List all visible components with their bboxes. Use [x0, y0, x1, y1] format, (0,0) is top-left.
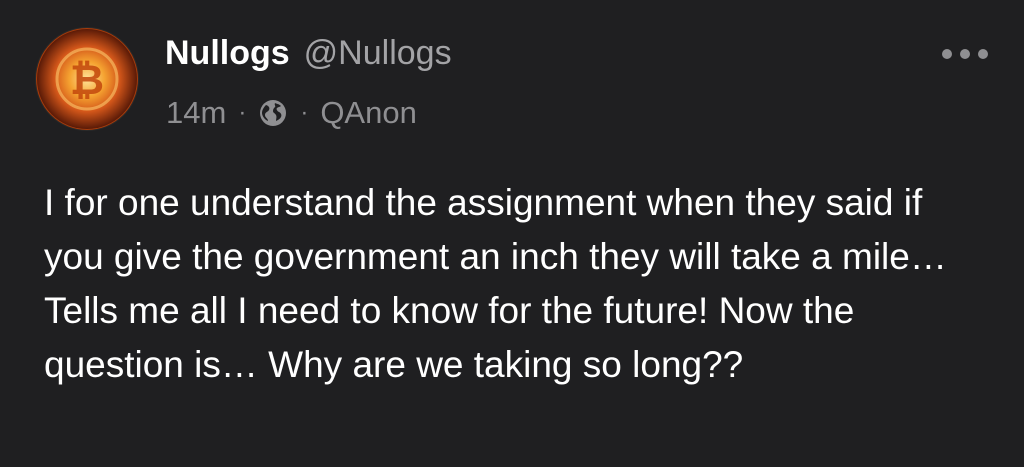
author-handle[interactable]: @Nullogs: [304, 34, 452, 73]
more-dot: [978, 49, 988, 59]
author-display-name[interactable]: Nullogs: [165, 34, 290, 73]
meta-separator: ·: [300, 99, 309, 126]
more-dot: [942, 49, 952, 59]
avatar[interactable]: ₿: [36, 28, 138, 130]
post-timestamp[interactable]: 14m: [166, 95, 226, 131]
bitcoin-sun-icon: ₿: [37, 29, 137, 129]
community-link[interactable]: QAnon: [320, 95, 417, 131]
meta-separator: ·: [238, 99, 247, 126]
post-meta: 14m · · QAnon: [166, 93, 417, 133]
more-options-icon[interactable]: [942, 44, 988, 64]
post-card: ₿ Nullogs @Nullogs 14m · · QAnon I for o…: [0, 0, 1024, 467]
svg-text:₿: ₿: [70, 55, 104, 104]
post-body-text: I for one understand the assignment when…: [44, 182, 947, 385]
more-dot: [960, 49, 970, 59]
author-line: Nullogs @Nullogs: [165, 34, 452, 78]
globe-icon: [258, 98, 288, 128]
